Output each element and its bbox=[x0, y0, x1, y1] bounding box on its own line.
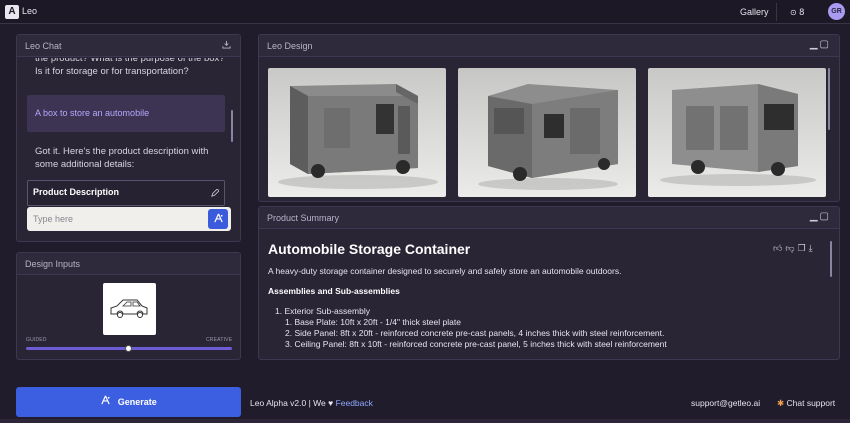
bot-message-reply: Got it. Here's the product description w… bbox=[35, 146, 209, 170]
summary-subitem: 2. Side Panel: 8ft x 20ft - reinforced c… bbox=[285, 328, 665, 338]
summary-scrollbar[interactable] bbox=[830, 241, 832, 277]
truck-render-icon bbox=[478, 84, 618, 190]
chat-support-button[interactable]: ✱ Chat support bbox=[777, 398, 835, 409]
design-inputs-title: Design Inputs bbox=[25, 259, 81, 269]
maximize-icon[interactable]: ▢ bbox=[820, 211, 831, 222]
chat-input[interactable] bbox=[33, 214, 203, 224]
support-email-link[interactable]: support@getleo.ai bbox=[691, 398, 760, 408]
version-text: Leo Alpha v2.0 | We bbox=[250, 398, 329, 408]
version-info: Leo Alpha v2.0 | We ♥ Feedback bbox=[250, 398, 373, 408]
design-image-1[interactable] bbox=[268, 68, 446, 197]
leo-design-header: Leo Design ▁▢ bbox=[259, 35, 839, 57]
credits-counter[interactable]: ⊙ 8 bbox=[790, 7, 804, 17]
leo-logo-icon[interactable]: A bbox=[5, 5, 19, 19]
design-scrollbar[interactable] bbox=[828, 68, 830, 130]
design-inputs-header: Design Inputs bbox=[17, 253, 240, 275]
creative-label: CREATIVE bbox=[206, 337, 233, 343]
product-summary-header: Product Summary ▁▢ bbox=[259, 207, 839, 229]
summary-actions: 👍︎👎︎❐⤓ bbox=[773, 243, 816, 254]
product-summary-panel: Product Summary ▁▢ Automobile Storage Co… bbox=[258, 206, 840, 360]
user-message: A box to store an automobile bbox=[27, 95, 225, 132]
truck-render-icon bbox=[278, 84, 438, 189]
design-image-2[interactable] bbox=[458, 68, 636, 197]
top-bar: A Leo Gallery ⊙ 8 GR bbox=[0, 0, 850, 24]
chat-support-label: Chat support bbox=[786, 398, 836, 408]
generate-button[interactable]: Generate bbox=[16, 387, 241, 417]
generate-label: Generate bbox=[117, 397, 157, 407]
credits-value: 8 bbox=[799, 7, 805, 17]
generate-icon bbox=[100, 395, 118, 407]
summary-description: A heavy-duty storage container designed … bbox=[268, 266, 622, 276]
minimize-icon[interactable]: ▁ bbox=[810, 211, 820, 222]
design-inputs-panel: Design Inputs GUIDED CREATIVE bbox=[16, 252, 241, 360]
topbar-divider bbox=[776, 3, 777, 21]
bot-message-question: the product? What is the purpose of the … bbox=[35, 58, 225, 77]
slider-knob[interactable] bbox=[125, 345, 132, 352]
maximize-icon[interactable]: ▢ bbox=[820, 39, 831, 50]
leo-design-panel: Leo Design ▁▢ bbox=[258, 34, 840, 202]
product-description-card[interactable]: Product Description bbox=[27, 180, 225, 206]
summary-heading: Automobile Storage Container bbox=[268, 241, 471, 257]
summary-subitem: 3. Ceiling Panel: 8ft x 10ft - reinforce… bbox=[285, 339, 667, 349]
guided-label: GUIDED bbox=[26, 337, 47, 343]
avatar[interactable]: GR bbox=[828, 3, 845, 20]
leo-design-title: Leo Design bbox=[267, 41, 313, 51]
leo-logo-text[interactable]: Leo bbox=[22, 6, 37, 16]
edit-pencil-icon[interactable] bbox=[210, 185, 220, 203]
chat-input-box bbox=[27, 207, 231, 231]
thumbs-down-icon[interactable]: 👎︎ bbox=[785, 243, 797, 253]
download-icon[interactable] bbox=[222, 40, 231, 51]
leo-chat-header: Leo Chat bbox=[17, 35, 240, 57]
thumbs-up-icon[interactable]: 👍︎ bbox=[773, 243, 785, 253]
product-description-title: Product Description bbox=[33, 187, 120, 197]
leo-chat-title: Leo Chat bbox=[25, 41, 62, 51]
minimize-icon[interactable]: ▁ bbox=[810, 39, 820, 50]
design-image-3[interactable] bbox=[648, 68, 826, 197]
leo-chat-panel: Leo Chat the product? What is the purpos… bbox=[16, 34, 241, 242]
chat-scrollbar[interactable] bbox=[231, 110, 233, 142]
download-icon[interactable]: ⤓ bbox=[809, 243, 816, 253]
summary-section-title: Assemblies and Sub-assemblies bbox=[268, 286, 400, 296]
heart-icon: ♥ bbox=[328, 398, 334, 408]
truck-render-icon bbox=[660, 84, 816, 186]
chat-support-icon: ✱ bbox=[777, 398, 785, 408]
send-button[interactable] bbox=[208, 209, 228, 229]
copy-icon[interactable]: ❐ bbox=[798, 243, 809, 253]
gallery-link[interactable]: Gallery bbox=[740, 7, 769, 17]
bottom-edge bbox=[0, 419, 850, 423]
product-summary-title: Product Summary bbox=[267, 213, 340, 223]
summary-subitem: 1. Base Plate: 10ft x 20ft - 1/4" thick … bbox=[285, 317, 461, 327]
window-controls: ▁▢ bbox=[810, 211, 831, 222]
feedback-link[interactable]: Feedback bbox=[336, 398, 373, 408]
window-controls: ▁▢ bbox=[810, 39, 831, 50]
summary-item-1: 1. Exterior Sub-assembly bbox=[275, 306, 370, 316]
car-sketch-thumbnail[interactable] bbox=[103, 283, 156, 335]
send-icon bbox=[213, 213, 224, 227]
coin-icon: ⊙ bbox=[790, 8, 797, 17]
car-sketch-icon bbox=[110, 299, 148, 318]
